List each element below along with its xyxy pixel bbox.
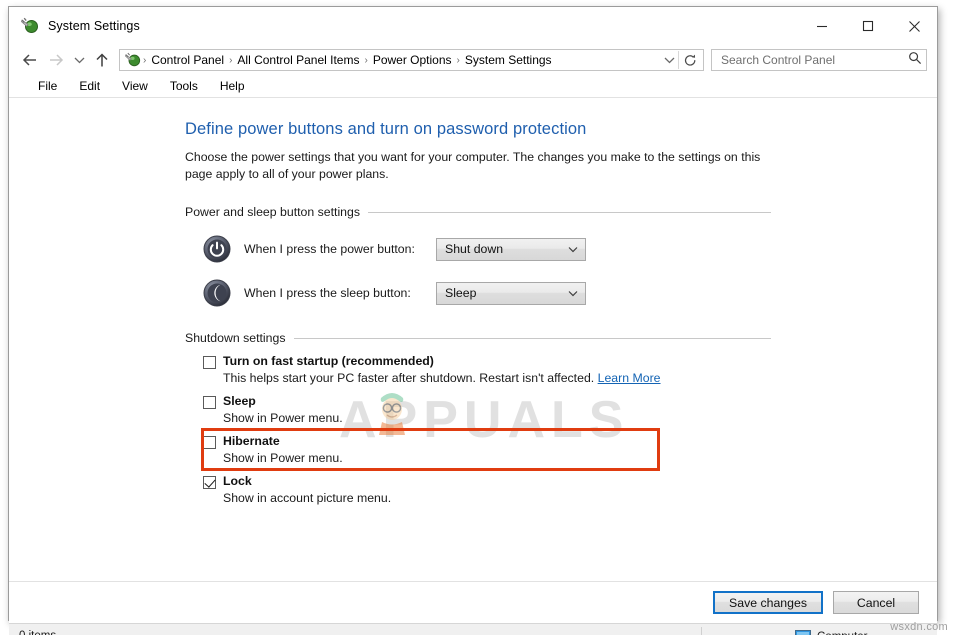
breadcrumb-item-all-control-panel-items[interactable]: All Control Panel Items [233, 53, 363, 67]
close-button[interactable] [891, 7, 937, 45]
cancel-button[interactable]: Cancel [833, 591, 919, 614]
hibernate-checkbox[interactable] [203, 436, 216, 449]
power-button-action-dropdown[interactable]: Shut down [436, 237, 586, 261]
sleep-button-setting-row: When I press the sleep button: Sleep [185, 279, 771, 307]
search-icon[interactable] [908, 51, 922, 70]
power-button-icon [203, 235, 231, 263]
search-input[interactable] [719, 52, 908, 68]
maximize-button[interactable] [845, 7, 891, 45]
window-title: System Settings [48, 19, 140, 33]
shutdown-group-label: Shutdown settings [185, 331, 286, 345]
sleep-button-action-value: Sleep [445, 286, 477, 300]
menu-item-help[interactable]: Help [209, 75, 256, 97]
fast-startup-description-row: This helps start your PC faster after sh… [223, 371, 771, 385]
screenshot-root: System Settings › Control Panel › All Co… [0, 0, 954, 635]
sleep-button-setting-label: When I press the sleep button: [244, 286, 411, 300]
status-bar: 0 items Computer [9, 623, 937, 635]
shutdown-group-header: Shutdown settings [185, 331, 771, 345]
power-sleep-group: Power and sleep button settings When I p… [185, 205, 771, 307]
learn-more-link[interactable]: Learn More [598, 371, 661, 385]
fast-startup-label: Turn on fast startup (recommended) [223, 354, 434, 368]
sleep-checkbox[interactable] [203, 396, 216, 409]
sleep-moon-icon [203, 279, 231, 307]
chevron-down-icon[interactable] [565, 246, 581, 253]
forward-button [43, 48, 69, 72]
minimize-button[interactable] [799, 7, 845, 45]
lock-checkbox-row[interactable]: Lock [203, 474, 771, 489]
lock-description: Show in account picture menu. [223, 491, 392, 505]
power-sleep-group-header: Power and sleep button settings [185, 205, 771, 219]
fast-startup-description: This helps start your PC faster after sh… [223, 371, 595, 385]
save-changes-button[interactable]: Save changes [713, 591, 823, 614]
status-location: Computer [795, 624, 868, 635]
refresh-icon[interactable] [679, 50, 701, 70]
hibernate-label: Hibernate [223, 434, 280, 448]
hibernate-description: Show in Power menu. [223, 451, 343, 465]
breadcrumb-item-system-settings[interactable]: System Settings [461, 53, 556, 67]
up-button[interactable] [89, 48, 115, 72]
fast-startup-checkbox-row[interactable]: Turn on fast startup (recommended) [203, 354, 771, 369]
group-rule [293, 337, 771, 339]
sleep-button-action-dropdown[interactable]: Sleep [436, 281, 586, 305]
fast-startup-checkbox[interactable] [203, 356, 216, 369]
chevron-down-icon[interactable] [565, 290, 581, 297]
power-sleep-group-label: Power and sleep button settings [185, 205, 361, 219]
chevron-down-icon[interactable] [660, 50, 678, 70]
back-button[interactable] [17, 48, 43, 72]
menu-bar: File Edit View Tools Help [9, 75, 937, 97]
title-bar: System Settings [9, 7, 937, 45]
sleep-label: Sleep [223, 394, 256, 408]
system-settings-window: System Settings › Control Panel › All Co… [8, 6, 938, 635]
address-bar: › Control Panel › All Control Panel Item… [9, 45, 937, 75]
content-area: APPUALS Define power buttons and turn on… [9, 98, 937, 581]
status-location-text: Computer [817, 631, 868, 635]
menu-item-file[interactable]: File [27, 75, 68, 97]
power-button-setting-row: When I press the power button: Shut down [185, 235, 771, 263]
group-rule [368, 211, 771, 213]
breadcrumb-item-control-panel[interactable]: Control Panel [147, 53, 228, 67]
page-description: Choose the power settings that you want … [185, 150, 761, 181]
breadcrumb[interactable]: › Control Panel › All Control Panel Item… [119, 49, 704, 71]
fast-startup-option: Turn on fast startup (recommended) This … [185, 354, 771, 385]
wsxdn-watermark: wsxdn.com [890, 621, 948, 633]
search-box[interactable] [711, 49, 927, 71]
recent-locations-button[interactable] [69, 48, 89, 72]
menu-item-view[interactable]: View [111, 75, 159, 97]
lock-label: Lock [223, 474, 252, 488]
status-items-count: 0 items [9, 630, 56, 635]
lock-option: Lock Show in account picture menu. [185, 474, 771, 505]
menu-item-tools[interactable]: Tools [159, 75, 209, 97]
lock-checkbox[interactable] [203, 476, 216, 489]
command-area: Save changes Cancel [9, 581, 937, 623]
menu-item-edit[interactable]: Edit [68, 75, 111, 97]
window-controls [799, 7, 937, 45]
breadcrumb-plug-icon [124, 52, 141, 68]
status-divider [701, 627, 702, 635]
page-title: Define power buttons and turn on passwor… [185, 120, 587, 138]
breadcrumb-item-power-options[interactable]: Power Options [369, 53, 456, 67]
power-plug-icon [21, 17, 39, 35]
power-button-setting-label: When I press the power button: [244, 242, 415, 256]
computer-monitor-icon [795, 629, 811, 635]
appuals-mascot-icon [375, 384, 409, 436]
power-button-action-value: Shut down [445, 242, 504, 256]
